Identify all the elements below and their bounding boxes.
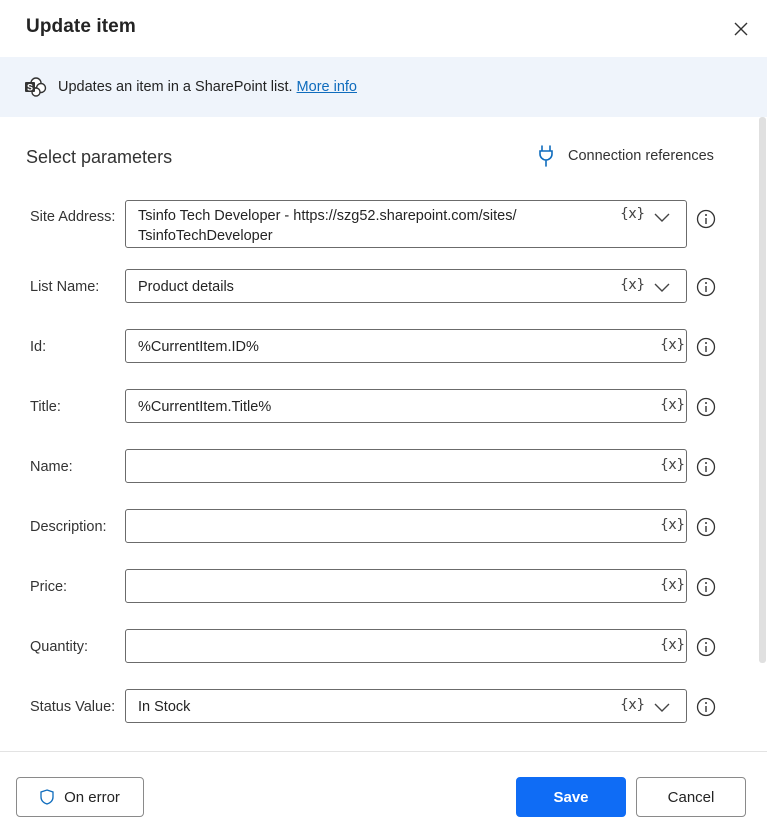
save-button[interactable]: Save [516,777,626,817]
chevron-down-icon[interactable] [653,210,671,224]
close-icon [734,22,748,36]
price-input[interactable]: {x} [125,569,687,603]
cancel-button[interactable]: Cancel [636,777,746,817]
field-label: Site Address: [30,209,116,225]
insert-variable-button[interactable]: {x} [660,637,685,653]
insert-variable-button[interactable]: {x} [660,457,685,473]
field-label: Description: [30,519,107,535]
field-label: Title: [30,399,61,415]
title-input[interactable]: %CurrentItem.Title% {x} [125,389,687,423]
field-value-line-1: Tsinfo Tech Developer - https://szg52.sh… [138,208,517,224]
on-error-button[interactable]: On error [16,777,144,817]
insert-variable-button[interactable]: {x} [660,337,685,353]
field-value: %CurrentItem.ID% [138,339,259,355]
svg-text:S: S [27,83,33,93]
info-icon[interactable] [696,637,716,657]
insert-variable-button[interactable]: {x} [620,277,645,293]
id-input[interactable]: %CurrentItem.ID% {x} [125,329,687,363]
connection-references-label: Connection references [568,148,714,164]
more-info-link[interactable]: More info [297,79,357,95]
info-text-container: Updates an item in a SharePoint list. Mor… [58,79,357,95]
info-icon[interactable] [696,277,716,297]
field-label: Price: [30,579,68,595]
insert-variable-button[interactable]: {x} [620,206,645,222]
name-input[interactable]: {x} [125,449,687,483]
info-icon[interactable] [696,697,716,717]
shield-icon [40,789,54,805]
field-value: In Stock [138,699,191,715]
plug-icon [539,145,553,167]
sharepoint-icon: S [25,77,47,97]
info-icon[interactable] [696,457,716,477]
insert-variable-button[interactable]: {x} [660,517,685,533]
chevron-down-icon[interactable] [653,280,671,294]
parameters-panel: Select parameters Connection references … [0,117,767,751]
field-label: Quantity: [30,639,89,655]
field-value: Product details [138,279,234,295]
status-value-dropdown[interactable]: In Stock {x} [125,689,687,723]
insert-variable-button[interactable]: {x} [620,697,645,713]
field-value: Tsinfo Tech Developer - https://szg52.sh… [138,206,596,246]
info-icon[interactable] [696,517,716,537]
info-description: Updates an item in a SharePoint list. [58,79,293,95]
description-input[interactable]: {x} [125,509,687,543]
info-icon[interactable] [696,577,716,597]
on-error-label: On error [64,788,120,806]
info-icon[interactable] [696,209,716,229]
list-name-dropdown[interactable]: Product details {x} [125,269,687,303]
info-banner: S Updates an item in a SharePoint list. M… [0,57,767,117]
footer-divider [0,751,767,752]
dialog-title: Update item [26,16,136,37]
info-icon[interactable] [696,337,716,357]
section-title: Select parameters [26,147,173,167]
quantity-input[interactable]: {x} [125,629,687,663]
field-label: List Name: [30,279,100,295]
site-address-dropdown[interactable]: Tsinfo Tech Developer - https://szg52.sh… [125,200,687,248]
field-value: %CurrentItem.Title% [138,399,272,415]
connection-references-button[interactable]: Connection references [538,145,714,167]
field-label: Status Value: [30,699,116,715]
field-value-line-2: TsinfoTechDeveloper [138,228,273,244]
dialog-header: Update item [0,0,767,57]
chevron-down-icon[interactable] [653,700,671,714]
close-button[interactable] [728,16,754,42]
field-label: Id: [30,339,47,355]
field-label: Name: [30,459,73,475]
insert-variable-button[interactable]: {x} [660,397,685,413]
insert-variable-button[interactable]: {x} [660,577,685,593]
info-icon[interactable] [696,397,716,417]
scrollbar[interactable] [759,117,766,663]
